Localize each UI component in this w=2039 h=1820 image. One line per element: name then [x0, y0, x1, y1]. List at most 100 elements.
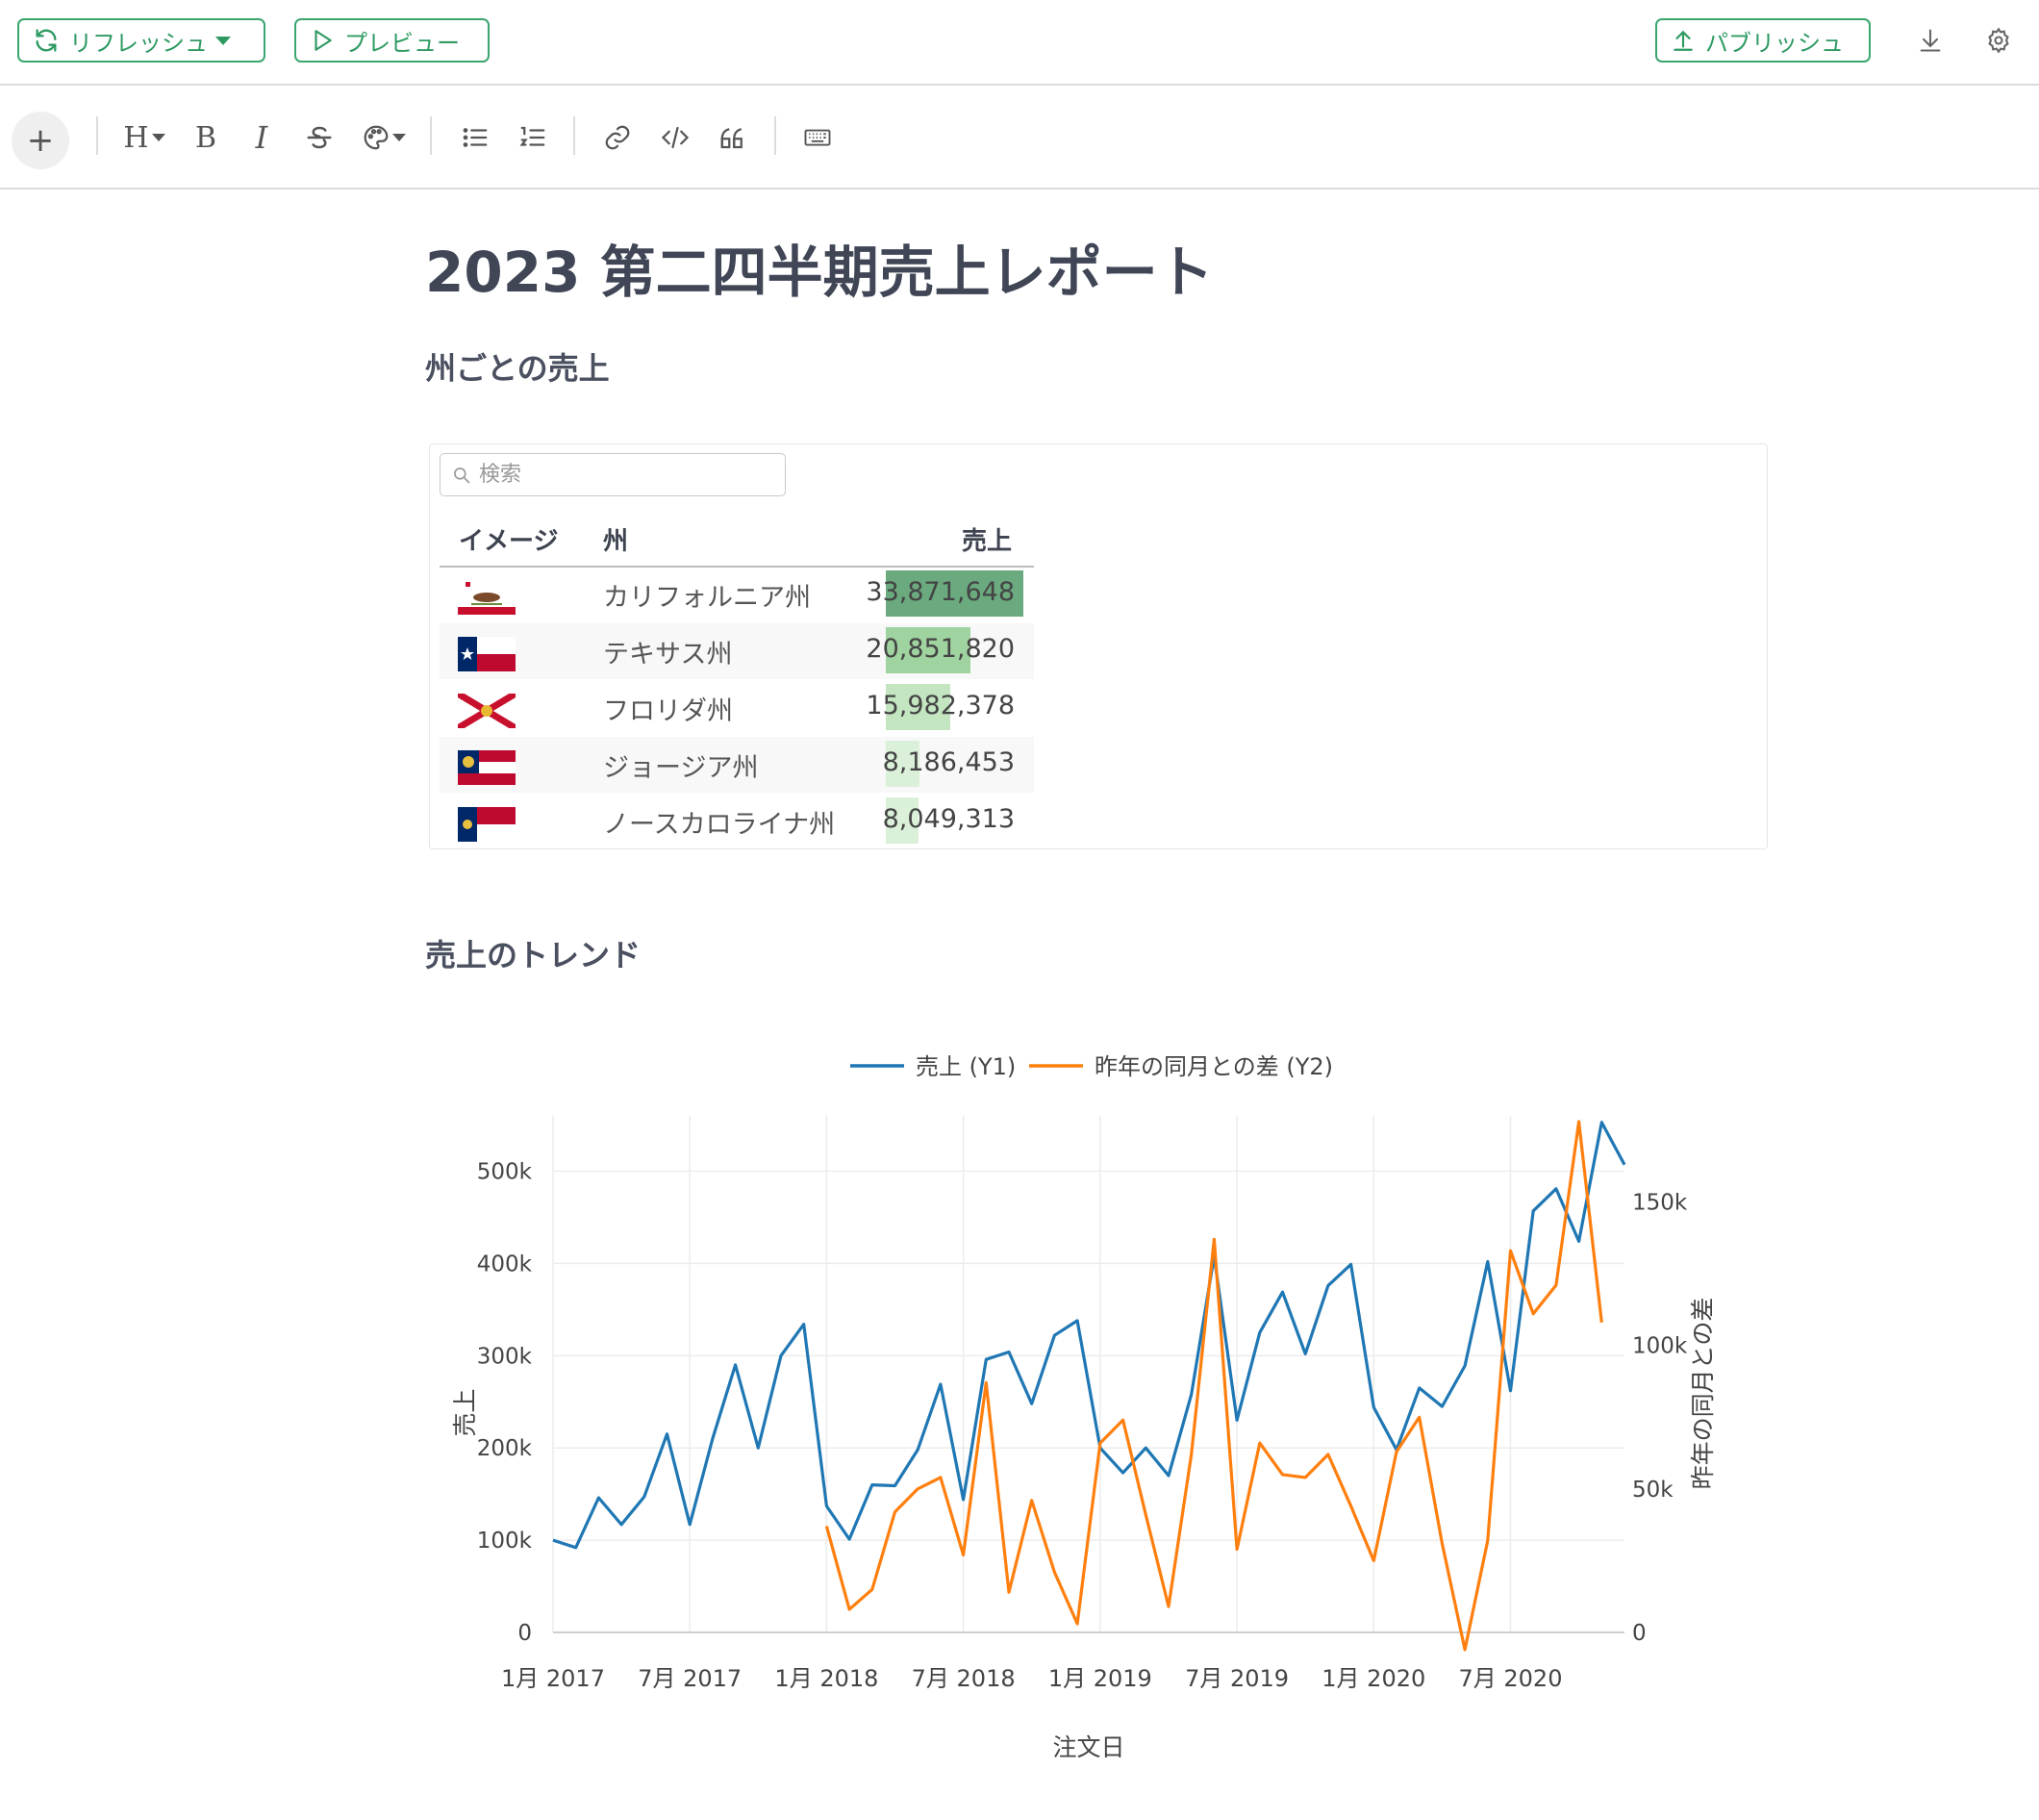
table-row[interactable]: フロリダ州 15,982,378	[440, 680, 1034, 736]
code-button[interactable]	[656, 112, 694, 164]
sales-value: 33,871,648	[866, 577, 1015, 607]
play-icon	[315, 30, 332, 51]
x-tick-label: 7月 2017	[638, 1665, 742, 1692]
code-icon	[661, 126, 690, 149]
sales-value: 8,186,453	[882, 747, 1015, 777]
chevron-down-icon	[215, 36, 231, 45]
publish-button[interactable]: パブリッシュ	[1655, 18, 1871, 63]
sales-value: 15,982,378	[866, 691, 1015, 720]
search-input[interactable]	[479, 463, 768, 487]
y2-tick-label: 0	[1632, 1621, 1647, 1646]
state-name: テキサス州	[603, 640, 733, 670]
state-name: フロリダ州	[603, 696, 733, 726]
state-name: カリフォルニア州	[603, 583, 811, 613]
settings-button[interactable]	[1979, 21, 2018, 60]
italic-icon: I	[255, 119, 268, 156]
toolbar-divider	[430, 116, 432, 155]
italic-button[interactable]: I	[244, 112, 279, 164]
preview-button[interactable]: プレビュー	[294, 18, 490, 63]
california-flag	[458, 580, 516, 615]
keyboard-shortcuts-button[interactable]	[798, 112, 837, 164]
legend-label-1: 売上 (Y1)	[916, 1053, 1016, 1080]
x-tick-label: 1月 2017	[501, 1665, 605, 1692]
table-row[interactable]: ジョージア州 8,186,453	[440, 737, 1034, 793]
section-heading-sales-trend: 売上のトレンド	[425, 937, 642, 973]
sales-value: 8,049,313	[882, 804, 1015, 834]
series-line-1	[552, 1121, 1626, 1550]
x-tick-label: 1月 2019	[1048, 1665, 1152, 1692]
strikethrough-button[interactable]	[300, 112, 339, 164]
sales-trend-chart: 1月 2017 7月 2017 1月 2018 7月 2018 1月 2019 7月 20…	[425, 1039, 1772, 1799]
chevron-down-icon	[151, 134, 165, 141]
refresh-button[interactable]: リフレッシュ	[17, 18, 265, 63]
heading-icon: H	[123, 120, 149, 155]
quote-button[interactable]	[714, 112, 752, 164]
upload-icon	[1674, 30, 1693, 51]
bold-button[interactable]: B	[189, 112, 223, 164]
keyboard-icon	[804, 129, 831, 146]
palette-icon	[364, 125, 389, 150]
plus-icon: +	[26, 121, 55, 160]
toolbar-divider	[774, 116, 776, 155]
sales-value: 20,851,820	[866, 634, 1015, 664]
y2-axis-title: 昨年の同月との差	[1689, 1298, 1717, 1490]
bullet-list-button[interactable]	[456, 112, 494, 164]
y-tick-label: 0	[517, 1621, 532, 1646]
top-bar: リフレッシュ プレビュー パブリッシュ	[0, 0, 2039, 86]
y-tick-label: 500k	[477, 1160, 533, 1185]
column-header-sales[interactable]: 売上	[962, 521, 1012, 557]
color-palette-button[interactable]	[358, 112, 410, 164]
gear-icon	[1988, 27, 2009, 54]
numbered-list-button[interactable]	[514, 112, 552, 164]
heading-button[interactable]: H	[119, 112, 169, 164]
y2-tick-label: 100k	[1632, 1334, 1688, 1359]
search-field[interactable]	[440, 453, 786, 496]
page-title: 2023 第二四半期売上レポート	[425, 240, 1214, 305]
refresh-label: リフレッシュ	[69, 29, 208, 57]
bold-icon: B	[194, 120, 217, 155]
chevron-down-icon	[392, 134, 406, 141]
download-icon	[1920, 29, 1941, 52]
texas-flag	[458, 637, 516, 671]
y2-tick-label: 50k	[1632, 1478, 1674, 1503]
florida-flag	[458, 694, 516, 728]
strikethrough-icon	[307, 126, 332, 149]
sales-table-widget: イメージ 州 売上 カリフォルニア州 33,871,648 テキサス州 20,8…	[429, 443, 1768, 849]
section-heading-sales-by-state: 州ごとの売上	[425, 350, 610, 387]
x-tick-label: 7月 2020	[1458, 1665, 1562, 1692]
chart-svg: 1月 2017 7月 2017 1月 2018 7月 2018 1月 2019 7月 20…	[451, 1053, 1717, 1761]
y-tick-label: 200k	[477, 1436, 533, 1461]
refresh-icon	[36, 29, 57, 52]
search-icon	[454, 467, 470, 483]
y-tick-label: 300k	[477, 1344, 533, 1369]
column-header-state[interactable]: 州	[603, 521, 628, 557]
toolbar-divider	[96, 116, 98, 155]
state-name: ノースカロライナ州	[603, 810, 836, 840]
x-axis-title: 注文日	[1052, 1733, 1124, 1761]
numbered-list-icon	[519, 126, 545, 146]
table-row[interactable]: テキサス州 20,851,820	[440, 623, 1034, 679]
legend-label-2: 昨年の同月との差 (Y2)	[1095, 1053, 1333, 1080]
preview-label: プレビュー	[344, 29, 460, 57]
download-button[interactable]	[1911, 21, 1950, 60]
x-tick-label: 1月 2020	[1322, 1665, 1425, 1692]
publish-label: パブリッシュ	[1705, 29, 1844, 57]
state-name: ジョージア州	[603, 753, 759, 783]
x-tick-label: 7月 2019	[1185, 1665, 1289, 1692]
toolbar-divider	[573, 116, 575, 155]
georgia-flag	[458, 750, 516, 785]
column-header-image[interactable]: イメージ	[459, 521, 558, 557]
link-icon	[605, 125, 630, 150]
table-row[interactable]: カリフォルニア州 33,871,648	[440, 567, 1034, 622]
link-button[interactable]	[598, 112, 637, 164]
y2-tick-label: 150k	[1632, 1191, 1688, 1216]
north-carolina-flag	[458, 807, 516, 842]
series-line-2	[824, 1120, 1603, 1652]
table-row[interactable]: ノースカロライナ州 8,049,313	[440, 794, 1034, 849]
quote-icon	[720, 128, 743, 149]
x-tick-label: 7月 2018	[912, 1665, 1016, 1692]
y-tick-label: 400k	[477, 1251, 533, 1277]
bullet-list-icon	[463, 128, 488, 147]
x-tick-label: 1月 2018	[774, 1665, 878, 1692]
add-block-button[interactable]: +	[12, 112, 69, 169]
